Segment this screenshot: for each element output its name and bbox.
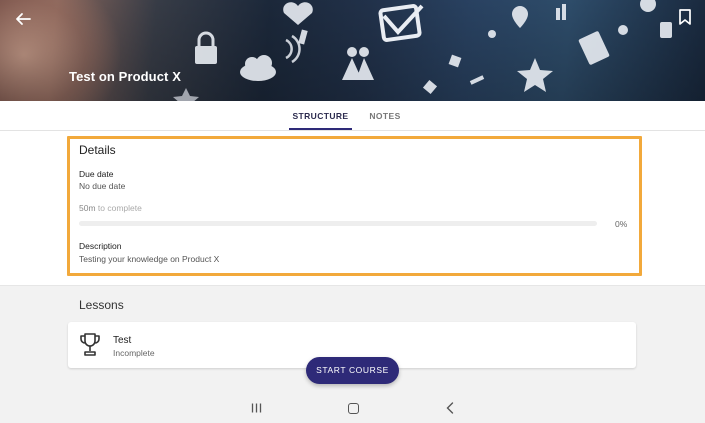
bookmark-icon[interactable] — [677, 8, 693, 26]
duration-line: 50m to complete — [79, 203, 142, 213]
due-date-label: Due date — [79, 169, 114, 179]
progress-percent: 0% — [615, 219, 628, 229]
recent-apps-icon[interactable] — [251, 403, 262, 413]
tab-notes[interactable]: NOTES — [363, 101, 407, 131]
active-tab-indicator — [289, 128, 352, 130]
details-heading: Details — [79, 143, 116, 157]
due-date-value: No due date — [79, 181, 126, 191]
description-value: Testing your knowledge on Product X — [79, 254, 220, 264]
lesson-title: Test — [113, 335, 132, 346]
banner-pattern-graphic — [173, 0, 672, 101]
start-course-button[interactable]: START COURSE — [306, 357, 399, 384]
duration-value: 50m — [79, 203, 96, 213]
trophy-icon — [80, 333, 100, 356]
back-arrow-icon[interactable] — [12, 8, 34, 30]
course-title: Test on Product X — [69, 69, 181, 84]
system-nav-bar — [0, 393, 705, 423]
tab-structure[interactable]: STRUCTURE — [288, 101, 353, 131]
nav-back-icon[interactable] — [446, 402, 454, 414]
lessons-heading: Lessons — [79, 298, 124, 312]
home-icon[interactable] — [348, 403, 359, 414]
progress-bar — [79, 221, 597, 226]
description-label: Description — [79, 241, 122, 251]
lesson-status: Incomplete — [113, 348, 155, 358]
duration-suffix: to complete — [97, 203, 142, 213]
header-banner: Test on Product X — [0, 0, 705, 101]
tab-bar: STRUCTURE NOTES — [0, 101, 705, 131]
